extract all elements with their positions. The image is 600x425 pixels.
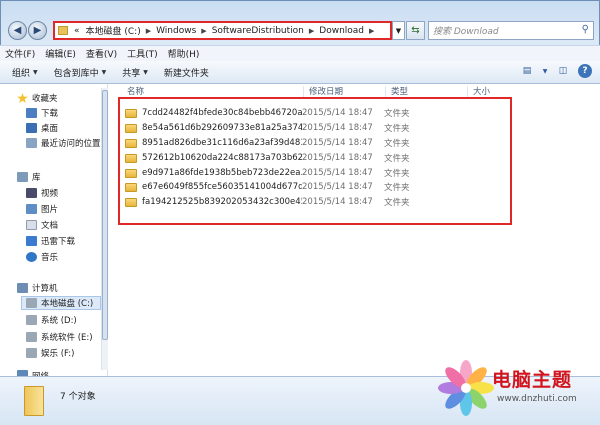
search-icon[interactable]: ⚲ [582, 24, 589, 35]
column-header-name[interactable]: 名称 [127, 84, 144, 98]
nav-favorites[interactable]: 收藏夹 [17, 92, 58, 104]
nav-item-label: 本地磁盘 (C:) [41, 299, 94, 309]
column-divider[interactable] [303, 86, 304, 97]
menu-file[interactable]: 文件(F) [0, 47, 40, 60]
nav-scrollbar[interactable] [101, 88, 108, 370]
drive-icon [26, 298, 37, 308]
refresh-button[interactable]: ⇆ [406, 21, 425, 40]
column-divider[interactable] [385, 86, 386, 97]
logo-center [461, 383, 471, 393]
address-highlight-box [53, 21, 392, 40]
menu-tools[interactable]: 工具(T) [122, 47, 163, 60]
refresh-icon: ⇆ [411, 25, 420, 36]
include-in-library-button[interactable]: 包含到库中 ▼ [46, 66, 115, 79]
preview-pane-icon[interactable]: ◫ [556, 64, 570, 78]
nav-item-videos[interactable]: 视频 [26, 187, 58, 199]
nav-item-label: 下载 [41, 109, 59, 119]
forward-arrow-icon: ▶ [33, 25, 42, 36]
nav-item-label: 最近访问的位置 [41, 139, 101, 149]
nav-item-recent[interactable]: 最近访问的位置 [26, 137, 101, 149]
file-list-highlight-box [118, 97, 512, 225]
nav-item-downloads[interactable]: 下载 [26, 107, 58, 119]
folder-icon [24, 386, 44, 416]
nav-item-label: 视频 [41, 189, 59, 199]
watermark-url: www.dnzhuti.com [497, 394, 577, 404]
nav-item-drive-f[interactable]: 娱乐 (F:) [26, 347, 74, 359]
library-icon [17, 172, 28, 182]
menu-view[interactable]: 查看(V) [81, 47, 122, 60]
search-placeholder: 搜索 Download [433, 27, 499, 37]
drive-icon [26, 348, 37, 358]
video-library-icon [26, 188, 37, 198]
column-header-date[interactable]: 修改日期 [309, 84, 343, 98]
share-label: 共享 [122, 68, 141, 79]
nav-favorites-label: 收藏夹 [32, 94, 58, 104]
nav-item-label: 系统 (D:) [41, 316, 77, 326]
column-header-size[interactable]: 大小 [473, 84, 490, 98]
watermark-brand: 电脑主题 [492, 369, 573, 391]
chevron-down-icon: ▼ [395, 26, 402, 35]
organize-label: 组织 [12, 68, 31, 79]
new-folder-label: 新建文件夹 [163, 68, 209, 79]
nav-item-label: 桌面 [41, 124, 59, 134]
nav-item-xunlei[interactable]: 迅雷下载 [26, 235, 75, 247]
search-input[interactable]: 搜索 Download ⚲ [428, 21, 594, 40]
picture-library-icon [26, 204, 37, 214]
chevron-down-icon: ▼ [33, 68, 38, 76]
download-folder-icon [26, 108, 37, 118]
file-list-scrollbar[interactable] [586, 84, 599, 376]
nav-item-label: 娱乐 (F:) [41, 349, 75, 359]
nav-item-music[interactable]: 音乐 [26, 251, 58, 263]
column-divider[interactable] [467, 86, 468, 97]
star-icon [17, 93, 28, 103]
include-in-library-label: 包含到库中 [53, 68, 99, 79]
nav-item-drive-c[interactable]: 本地磁盘 (C:) [21, 296, 101, 310]
thunder-download-icon [26, 236, 37, 246]
nav-item-documents[interactable]: 文档 [26, 219, 58, 231]
nav-item-pictures[interactable]: 图片 [26, 203, 58, 215]
computer-icon [17, 283, 28, 293]
menu-edit[interactable]: 编辑(E) [40, 47, 81, 60]
nav-computer[interactable]: 计算机 [17, 282, 58, 294]
new-folder-button[interactable]: 新建文件夹 [156, 66, 217, 79]
nav-item-label: 迅雷下载 [41, 237, 76, 247]
nav-item-label: 文档 [41, 221, 59, 231]
nav-libraries[interactable]: 库 [17, 171, 41, 183]
music-library-icon [26, 252, 37, 262]
document-library-icon [26, 220, 37, 230]
nav-item-drive-e[interactable]: 系统软件 (E:) [26, 331, 93, 343]
nav-item-label: 图片 [41, 205, 59, 215]
chevron-down-icon[interactable]: ▼ [542, 64, 548, 78]
nav-item-drive-d[interactable]: 系统 (D:) [26, 314, 77, 326]
share-button[interactable]: 共享 ▼ [114, 66, 156, 79]
back-button[interactable]: ◀ [8, 21, 27, 40]
drive-icon [26, 332, 37, 342]
command-bar: 组织 ▼ 包含到库中 ▼ 共享 ▼ 新建文件夹 ▤ ▼ ◫ ? [0, 61, 600, 84]
recent-places-icon [26, 138, 37, 148]
view-options-icon[interactable]: ▤ [520, 64, 534, 78]
address-history-dropdown[interactable]: ▼ [393, 21, 405, 40]
back-arrow-icon: ◀ [13, 25, 22, 36]
menu-bar: 文件(F) 编辑(E) 查看(V) 工具(T) 帮助(H) [0, 45, 600, 61]
chevron-down-icon: ▼ [101, 68, 107, 76]
menu-help[interactable]: 帮助(H) [163, 47, 205, 60]
desktop-icon [26, 123, 37, 133]
organize-button[interactable]: 组织 ▼ [0, 66, 46, 79]
nav-libraries-label: 库 [32, 173, 41, 183]
forward-button[interactable]: ▶ [28, 21, 47, 40]
nav-item-label: 音乐 [41, 253, 59, 263]
nav-item-desktop[interactable]: 桌面 [26, 122, 58, 134]
nav-item-label: 系统软件 (E:) [41, 333, 93, 343]
drive-icon [26, 315, 37, 325]
column-header-type[interactable]: 类型 [391, 84, 408, 98]
nav-computer-label: 计算机 [32, 284, 58, 294]
chevron-down-icon: ▼ [143, 68, 148, 76]
item-count: 7 个对象 [60, 392, 96, 402]
help-icon[interactable]: ? [578, 64, 592, 78]
